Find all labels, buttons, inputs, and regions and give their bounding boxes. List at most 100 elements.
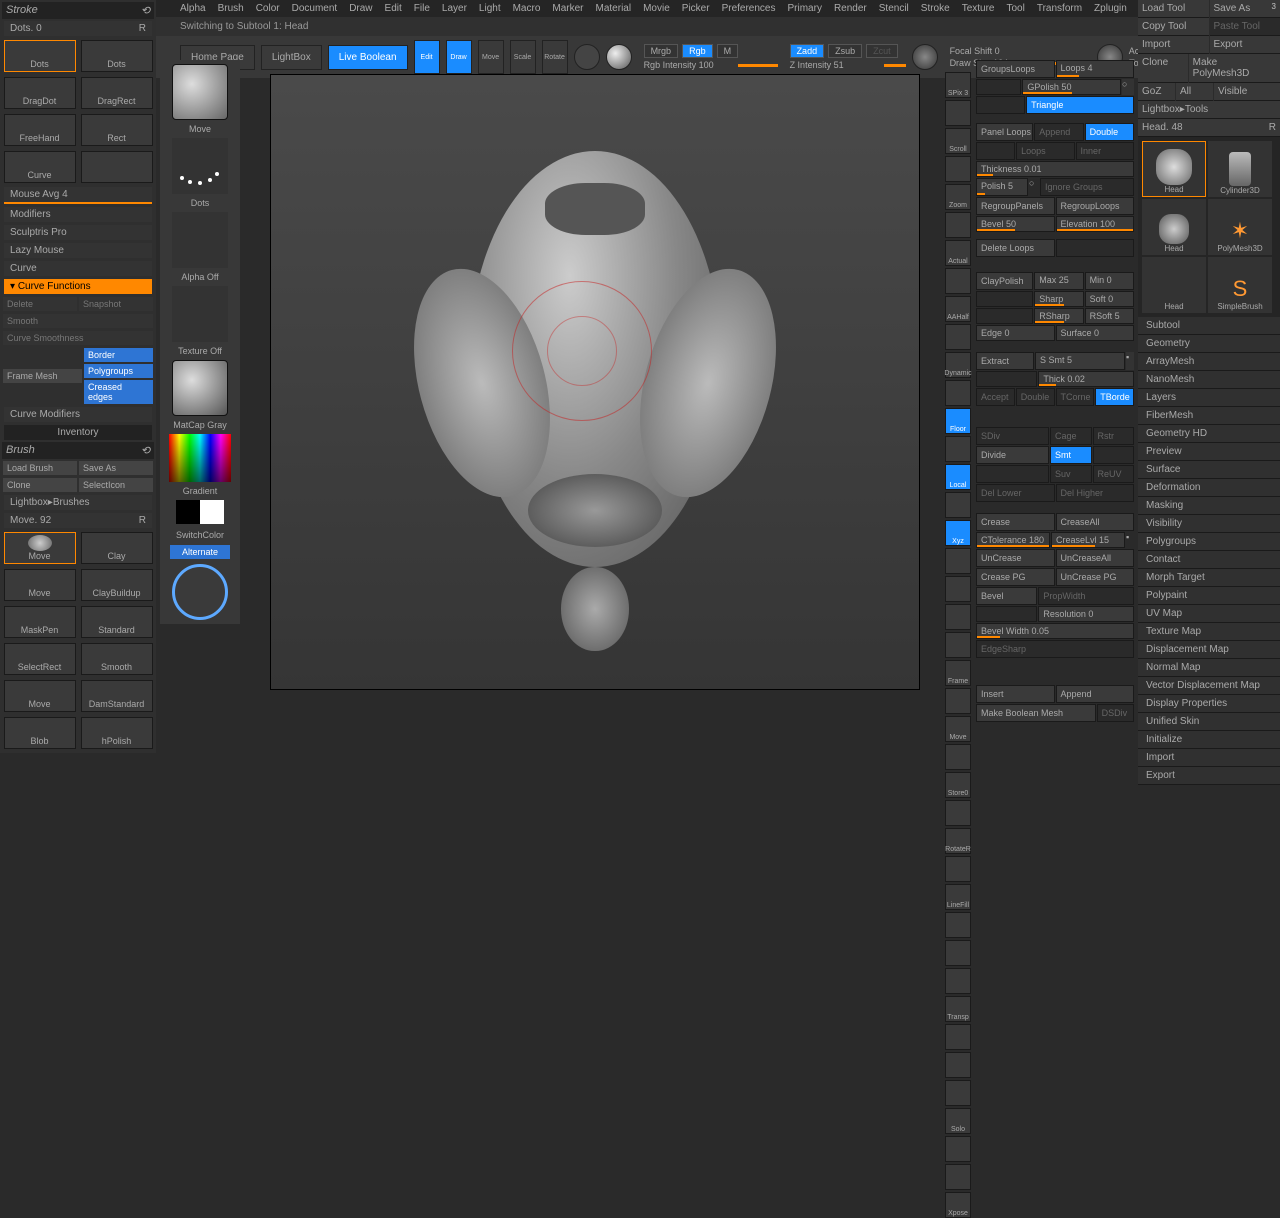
append2-btn[interactable]: Append — [1056, 685, 1135, 703]
claypolish-btn[interactable]: ClayPolish — [976, 272, 1033, 290]
min-slider[interactable]: Min 0 — [1085, 272, 1134, 290]
regroup-panels-btn[interactable]: RegroupPanels — [976, 197, 1055, 215]
bevel-width-slider[interactable]: Bevel Width 0.05 — [976, 623, 1134, 639]
crease-pg-btn[interactable]: Crease PG — [976, 568, 1055, 586]
nav-icon-13[interactable] — [945, 436, 971, 462]
nav-icon-28[interactable] — [945, 856, 971, 882]
regroup-loops-btn[interactable]: RegroupLoops — [1056, 197, 1135, 215]
nav-transp[interactable]: Transp — [945, 996, 971, 1022]
alpha-icon[interactable] — [172, 212, 228, 268]
menu-transform[interactable]: Transform — [1037, 3, 1082, 14]
viewport-canvas[interactable] — [270, 74, 920, 690]
nav-aahalf[interactable]: AAHalf — [945, 296, 971, 322]
gradient-label[interactable]: Gradient — [183, 486, 218, 496]
brush-move2[interactable]: Move — [4, 569, 76, 601]
export-btn[interactable]: Export — [1210, 36, 1280, 54]
nav-zoom[interactable]: Zoom — [945, 184, 971, 210]
brush-smooth[interactable]: Smooth — [81, 643, 153, 675]
lightbox-tools-btn[interactable]: Lightbox▸Tools — [1138, 101, 1280, 119]
goz-all-btn[interactable]: All — [1176, 83, 1213, 101]
max-slider[interactable]: Max 25 — [1034, 272, 1083, 290]
section-fibermesh[interactable]: FiberMesh — [1138, 407, 1280, 425]
menu-primary[interactable]: Primary — [788, 3, 822, 14]
stroke-dragrect[interactable]: DragRect — [81, 77, 153, 109]
section-initialize[interactable]: Initialize — [1138, 731, 1280, 749]
alternate-button[interactable]: Alternate — [170, 545, 230, 559]
uncrease-pg-btn[interactable]: UnCrease PG — [1056, 568, 1135, 586]
creaselvl-slider[interactable]: CreaseLvl 15 — [1051, 532, 1125, 548]
texture-icon[interactable] — [172, 286, 228, 342]
brush-selectrect[interactable]: SelectRect — [4, 643, 76, 675]
z-intensity-slider[interactable]: Z Intensity 51 — [790, 60, 880, 70]
section-texture-map[interactable]: Texture Map — [1138, 623, 1280, 641]
menu-color[interactable]: Color — [256, 3, 280, 14]
sculptris-pro[interactable]: Sculptris Pro — [4, 225, 152, 240]
nav-icon-3[interactable] — [945, 156, 971, 182]
live-boolean-button[interactable]: Live Boolean — [328, 45, 408, 70]
nav-icon-38[interactable] — [945, 1136, 971, 1162]
polygroups-opt[interactable]: Polygroups — [84, 364, 153, 378]
reuv-btn[interactable]: ReUV — [1093, 465, 1135, 483]
bevel-btn[interactable]: Bevel — [976, 587, 1037, 605]
uncrease-all-btn[interactable]: UnCreaseAll — [1056, 549, 1135, 567]
nav-icon-1[interactable] — [945, 100, 971, 126]
section-displacement-map[interactable]: Displacement Map — [1138, 641, 1280, 659]
insert-btn[interactable]: Insert — [976, 685, 1055, 703]
menu-document[interactable]: Document — [292, 3, 338, 14]
nav-icon-31[interactable] — [945, 940, 971, 966]
brush-clay[interactable]: Clay — [81, 532, 153, 564]
thickness-slider[interactable]: Thickness 0.01 — [976, 161, 1134, 177]
nav-icon-18[interactable] — [945, 576, 971, 602]
menu-zplugin[interactable]: Zplugin — [1094, 3, 1127, 14]
focal-icon[interactable] — [912, 44, 938, 70]
nav-floor[interactable]: Floor — [945, 408, 971, 434]
nav-icon-9[interactable] — [945, 324, 971, 350]
tcorne-btn[interactable]: TCorne — [1056, 388, 1095, 406]
tool-head2[interactable]: Head — [1142, 199, 1206, 255]
menu-movie[interactable]: Movie — [643, 3, 670, 14]
section-contact[interactable]: Contact — [1138, 551, 1280, 569]
nav-icon-36[interactable] — [945, 1080, 971, 1106]
brush-move3[interactable]: Move — [4, 680, 76, 712]
menu-material[interactable]: Material — [596, 3, 632, 14]
tool-cylinder3d[interactable]: Cylinder3D — [1208, 141, 1272, 197]
brush-preview-icon[interactable] — [606, 44, 632, 70]
brush-standard[interactable]: Standard — [81, 606, 153, 638]
section-polygroups[interactable]: Polygroups — [1138, 533, 1280, 551]
section-polypaint[interactable]: Polypaint — [1138, 587, 1280, 605]
nav-store0[interactable]: Store0 — [945, 772, 971, 798]
collapse-icon[interactable]: ⟲ — [141, 444, 150, 457]
extract-btn[interactable]: Extract — [976, 352, 1034, 370]
gpolish-slider[interactable]: GPolish 50 — [1022, 79, 1121, 95]
section-unified-skin[interactable]: Unified Skin — [1138, 713, 1280, 731]
curve[interactable]: Curve — [4, 261, 152, 276]
dsdiv-btn[interactable]: DSDiv — [1097, 704, 1134, 722]
accept-btn[interactable]: Accept — [976, 388, 1015, 406]
rgb-button[interactable]: Rgb — [682, 44, 713, 58]
tool-simplebrush[interactable]: SSimpleBrush — [1208, 257, 1272, 313]
stroke-rect[interactable]: Rect — [81, 114, 153, 146]
nav-icon-26[interactable] — [945, 800, 971, 826]
menu-light[interactable]: Light — [479, 3, 501, 14]
bevel-slider[interactable]: Bevel 50 — [976, 216, 1055, 232]
menu-edit[interactable]: Edit — [385, 3, 402, 14]
crease-all-btn[interactable]: CreaseAll — [1056, 513, 1135, 531]
symmetry-indicator-icon[interactable] — [172, 564, 228, 620]
color-picker[interactable] — [169, 434, 231, 482]
goz-visible-btn[interactable]: Visible — [1214, 83, 1280, 101]
section-subtool[interactable]: Subtool — [1138, 317, 1280, 335]
double-btn[interactable]: Double — [1085, 123, 1134, 141]
nav-dynamic[interactable]: Dynamic — [945, 352, 971, 378]
nav-icon-5[interactable] — [945, 212, 971, 238]
menu-macro[interactable]: Macro — [513, 3, 541, 14]
dots-header[interactable]: Dots. 0R — [4, 21, 152, 36]
collapse-icon[interactable]: ⟲ — [141, 4, 150, 17]
stroke-dots2[interactable]: Dots — [81, 40, 153, 72]
divide-btn[interactable]: Divide — [976, 446, 1049, 464]
nav-icon-15[interactable] — [945, 492, 971, 518]
rotate-mode-button[interactable]: Rotate — [542, 40, 568, 74]
rgb-intensity-slider[interactable]: Rgb Intensity 100 — [644, 60, 734, 70]
creased-opt[interactable]: Creased edges — [84, 380, 153, 404]
frame-mesh-btn[interactable]: Frame Mesh — [3, 369, 82, 383]
brush-move[interactable]: Move — [4, 532, 76, 564]
